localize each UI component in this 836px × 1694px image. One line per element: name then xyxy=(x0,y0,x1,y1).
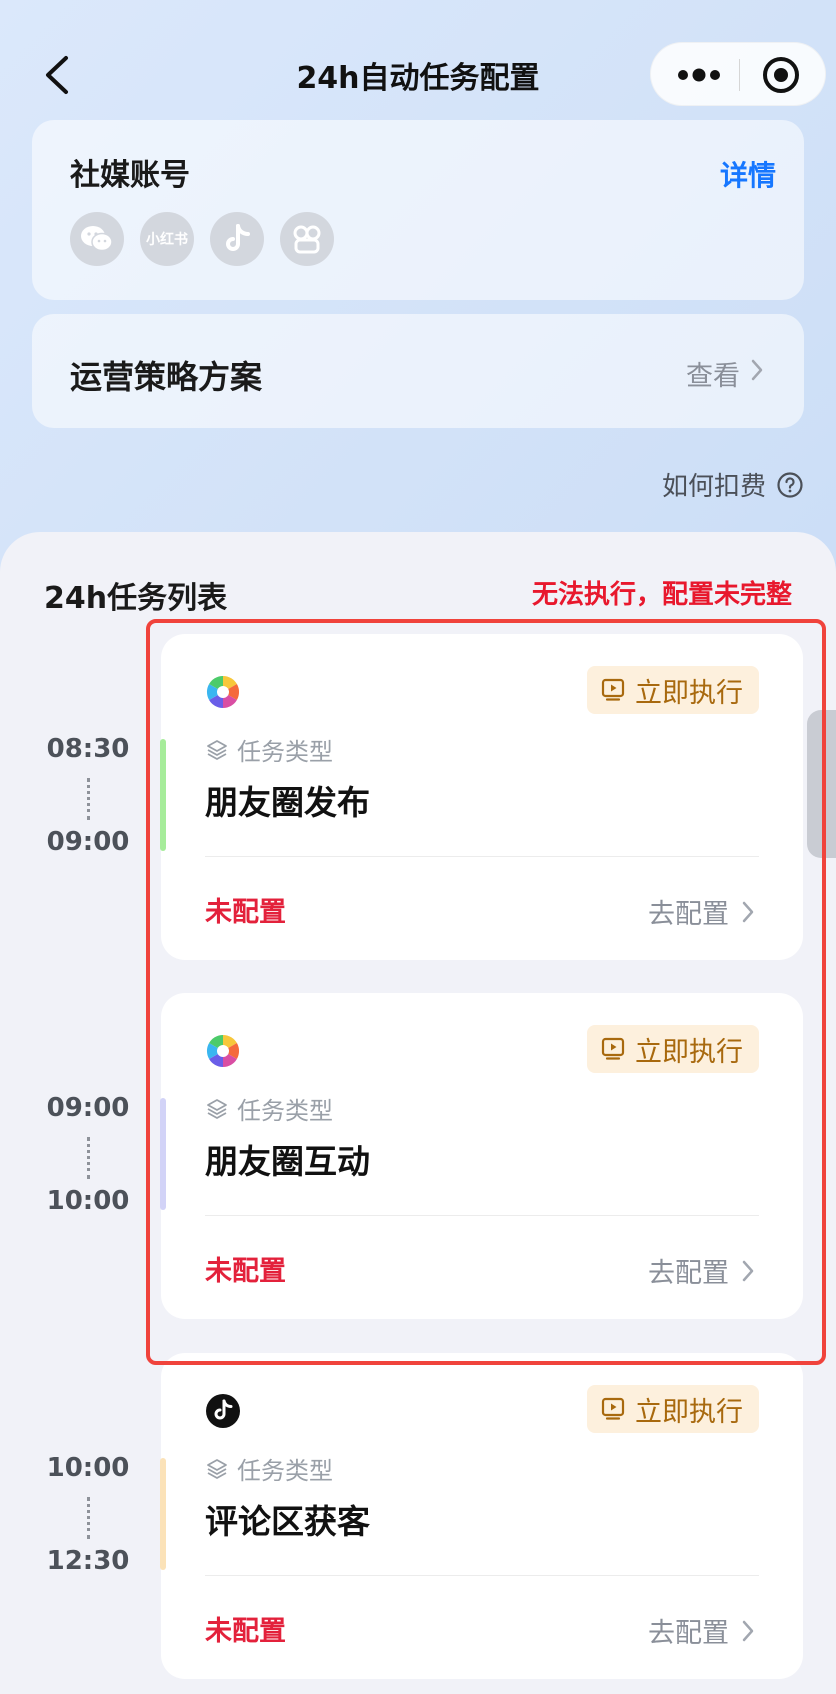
task-card[interactable]: 立即执行 任务类型 朋友圈互动 未配置 去配置 xyxy=(160,993,803,1319)
task-card[interactable]: 立即执行 任务类型 朋友圈发布 未配置 去配置 xyxy=(160,634,803,960)
execute-now-button[interactable]: 立即执行 xyxy=(587,1385,759,1433)
view-link[interactable]: 查看 xyxy=(686,354,740,393)
task-end-time: 10:00 xyxy=(46,1186,130,1216)
task-list-title: 24h任务列表 xyxy=(44,581,228,616)
wechat-moments-icon xyxy=(206,675,240,709)
close-miniprogram-button[interactable] xyxy=(759,53,803,97)
task-start-time: 08:30 xyxy=(46,734,130,764)
task-start-time: 09:00 xyxy=(46,1093,130,1123)
task-name: 评论区获客 xyxy=(205,1502,370,1541)
question-circle-icon xyxy=(777,471,803,498)
task-type-row: 任务类型 xyxy=(205,732,333,767)
layers-icon xyxy=(207,1098,227,1119)
social-icons-row: 小红书 xyxy=(70,212,334,266)
chevron-right-icon xyxy=(742,1620,754,1641)
chevron-right-icon xyxy=(742,1260,754,1281)
task-accent-bar xyxy=(160,1098,166,1210)
time-connector xyxy=(87,778,91,820)
detail-link[interactable]: 详情 xyxy=(720,154,776,194)
task-accent-bar xyxy=(160,739,166,851)
task-start-time: 10:00 xyxy=(46,1453,130,1483)
task-type-row: 任务类型 xyxy=(205,1451,333,1486)
configure-link[interactable]: 去配置 xyxy=(648,1611,755,1650)
chevron-right-icon xyxy=(751,359,763,381)
divider xyxy=(205,856,759,857)
configure-link[interactable]: 去配置 xyxy=(648,1251,755,1290)
task-type-row: 任务类型 xyxy=(205,1091,333,1126)
wechat-moments-icon xyxy=(206,1034,240,1068)
social-accounts-card: 社媒账号 小红书 xyxy=(32,120,804,300)
task-type-label: 任务类型 xyxy=(237,1097,333,1125)
capsule-divider xyxy=(739,59,740,91)
time-connector xyxy=(87,1137,91,1179)
fee-help-label: 如何扣费 xyxy=(661,472,766,502)
layers-icon xyxy=(207,1458,227,1479)
xiaohongshu-icon: 小红书 xyxy=(140,212,194,266)
task-type-label: 任务类型 xyxy=(237,1457,333,1485)
social-accounts-label: 社媒账号 xyxy=(70,158,190,193)
strategy-label: 运营策略方案 xyxy=(70,358,263,396)
execute-now-button[interactable]: 立即执行 xyxy=(587,666,759,714)
divider xyxy=(205,1575,759,1576)
task-status: 未配置 xyxy=(205,1256,286,1287)
fee-help-link[interactable]: 如何扣费 xyxy=(662,466,804,503)
side-drawer-handle[interactable] xyxy=(807,710,836,858)
strategy-card[interactable]: 运营策略方案 查看 xyxy=(32,314,804,428)
task-end-time: 12:30 xyxy=(46,1546,130,1576)
configure-link[interactable]: 去配置 xyxy=(648,892,755,931)
task-end-time: 09:00 xyxy=(46,827,130,857)
mini-program-capsule xyxy=(650,42,826,106)
execute-now-button[interactable]: 立即执行 xyxy=(587,1025,759,1073)
wechat-icon xyxy=(70,212,124,266)
task-name: 朋友圈发布 xyxy=(205,783,370,822)
task-card[interactable]: 立即执行 任务类型 评论区获客 未配置 去配置 xyxy=(160,1353,803,1679)
config-warning: 无法执行，配置未完整 xyxy=(531,580,792,610)
layers-icon xyxy=(207,739,227,760)
task-accent-bar xyxy=(160,1458,166,1570)
more-dots-icon xyxy=(678,68,720,82)
play-icon xyxy=(601,1037,625,1060)
play-icon xyxy=(601,1397,625,1420)
douyin-icon xyxy=(210,212,264,266)
time-connector xyxy=(87,1497,91,1539)
douyin-icon xyxy=(206,1394,240,1428)
wechat-channels-icon xyxy=(280,212,334,266)
task-type-label: 任务类型 xyxy=(237,738,333,766)
task-status: 未配置 xyxy=(205,1616,286,1647)
task-status: 未配置 xyxy=(205,897,286,928)
play-icon xyxy=(601,678,625,701)
divider xyxy=(205,1215,759,1216)
target-icon xyxy=(763,57,799,93)
more-button[interactable] xyxy=(673,57,733,93)
task-name: 朋友圈互动 xyxy=(205,1142,370,1181)
chevron-right-icon xyxy=(742,901,754,922)
